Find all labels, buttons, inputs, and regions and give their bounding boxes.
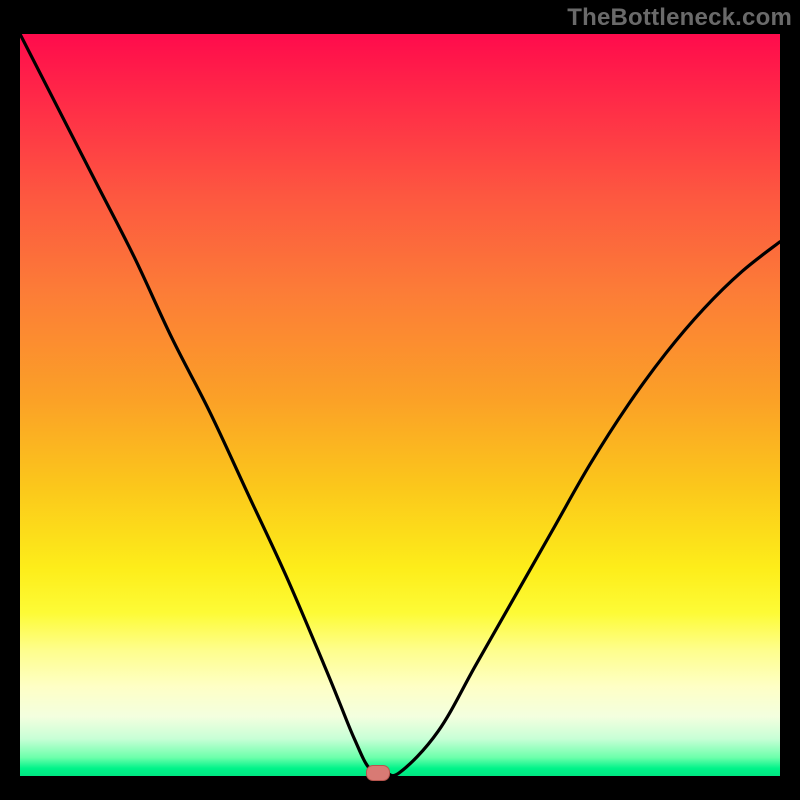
plot-area [20, 34, 780, 776]
chart-container: TheBottleneck.com [0, 0, 800, 800]
bottleneck-curve [20, 34, 780, 776]
optimal-point-marker [366, 765, 390, 781]
watermark-text: TheBottleneck.com [567, 4, 792, 32]
